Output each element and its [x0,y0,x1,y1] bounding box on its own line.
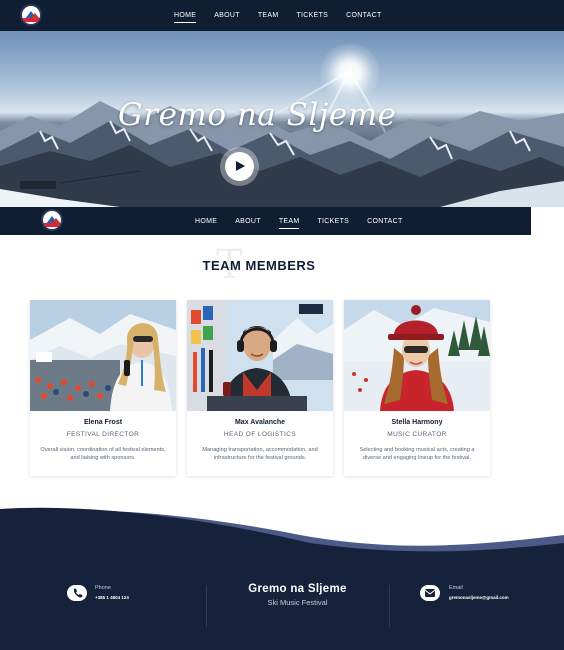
subnav-home[interactable]: HOME [195,218,217,225]
top-navbar: HOME ABOUT TEAM TICKETS CONTACT [0,0,564,31]
footer-divider [389,585,390,627]
nav-about[interactable]: ABOUT [214,12,240,19]
member-description: Managing transportation, accommodation, … [202,447,318,461]
nav-tickets[interactable]: TICKETS [296,12,328,19]
member-role: FESTIVAL DIRECTOR [66,431,140,438]
phone-icon[interactable] [67,585,87,601]
sticky-navbar: HOME ABOUT TEAM TICKETS CONTACT [0,207,531,235]
footer-wave [0,507,564,557]
member-name: Elena Frost [83,419,123,426]
festival-logo[interactable] [20,4,42,26]
mountain-range [0,101,564,207]
subnav-tickets[interactable]: TICKETS [317,218,349,225]
member-description: Overall vision, coordination of all fest… [40,447,166,461]
nav-team[interactable]: TEAM [258,12,279,19]
nav-contact[interactable]: CONTACT [346,12,381,19]
subnav-contact[interactable]: CONTACT [367,218,402,225]
subnav-about[interactable]: ABOUT [235,218,261,225]
member-name: Stella Harmony [391,419,443,426]
play-icon[interactable] [225,152,254,181]
sticky-nav-links: HOME ABOUT TEAM TICKETS CONTACT [195,207,421,235]
envelope-icon[interactable] [420,585,440,601]
team-card[interactable]: Max Avalanche HEAD OF LOGISTICS Managing… [187,300,333,476]
member-role: HEAD OF LOGISTICS [223,431,297,438]
member-photo [344,300,490,411]
nav-home[interactable]: HOME [174,12,197,23]
hero-banner: Gremo na Sljeme [0,31,564,207]
team-section-title: TEAM MEMBERS [202,258,316,273]
email-label: Email [449,585,463,591]
footer: Phone +385 1 4604 124 Gremo na Sljeme Sk… [0,555,564,650]
phone-value[interactable]: +385 1 4604 124 [95,595,129,600]
member-photo [30,300,176,411]
top-nav-links: HOME ABOUT TEAM TICKETS CONTACT [174,0,400,31]
member-role: MUSIC CURATOR [387,431,447,438]
footer-subtitle: Ski Music Festival [267,598,328,607]
phone-label: Phone [95,585,111,591]
page: HOME ABOUT TEAM TICKETS CONTACT Gremo na… [0,0,564,650]
subnav-team[interactable]: TEAM [278,218,300,229]
team-card[interactable]: Stella Harmony MUSIC CURATOR Selecting a… [344,300,490,476]
email-value[interactable]: gremonasljeme@gmail.com [449,595,509,600]
team-card[interactable]: Elena Frost FESTIVAL DIRECTOR Overall vi… [30,300,176,476]
member-description: Selecting and booking musical acts, crea… [359,447,475,461]
festival-logo-small[interactable] [41,209,63,231]
footer-title: Gremo na Sljeme [248,583,347,595]
member-name: Max Avalanche [234,419,286,426]
member-photo [187,300,333,411]
hero-title: Gremo na Sljeme [118,97,397,133]
